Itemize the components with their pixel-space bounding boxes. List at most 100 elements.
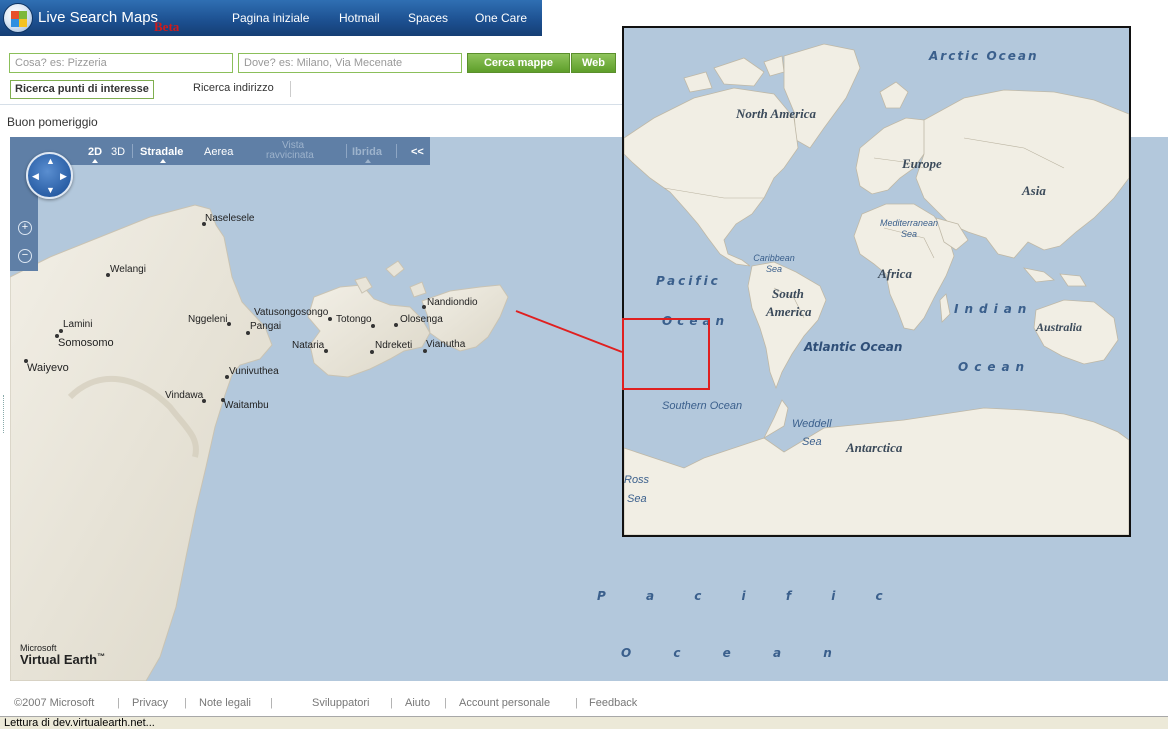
place-pangai[interactable]: Pangai (250, 321, 281, 332)
place-lamini[interactable]: Lamini (63, 319, 92, 330)
footer-help-link[interactable]: Aiuto (405, 697, 430, 709)
toolbar-separator (132, 144, 133, 158)
label-atlantic-ocean: Atlantic Ocean (804, 340, 903, 354)
place-welangi[interactable]: Welangi (110, 264, 146, 275)
label-antarctica: Antarctica (846, 440, 903, 455)
label-mediterranean-line2: Sea (900, 229, 917, 239)
footer-feedback-link[interactable]: Feedback (589, 697, 637, 709)
toolbar-separator (346, 144, 347, 158)
road-view-indicator (160, 159, 166, 163)
mode-3d-button[interactable]: 3D (111, 146, 125, 158)
browser-status-bar: Lettura di dev.virtualearth.net... (0, 716, 1168, 729)
place-marker (324, 349, 328, 353)
windows-logo-icon[interactable] (3, 3, 33, 33)
collapse-toolbar-button[interactable]: << (411, 146, 424, 158)
footer-account-link[interactable]: Account personale (459, 697, 550, 709)
status-text: Lettura di dev.virtualearth.net... (4, 717, 155, 729)
label-arctic-ocean: Arctic Ocean (929, 49, 1039, 63)
tab-poi-search[interactable]: Ricerca punti di interesse (10, 80, 154, 99)
place-nggeleni[interactable]: Nggeleni (188, 314, 227, 325)
label-indian-ocean-2: Ocean (958, 360, 1031, 374)
label-ross-sea-1: Ross (624, 474, 650, 486)
place-naselesele[interactable]: Naselesele (205, 213, 254, 224)
zoom-in-icon[interactable]: + (18, 221, 32, 235)
nav-link-hotmail[interactable]: Hotmail (339, 11, 380, 25)
place-vianutha[interactable]: Vianutha (426, 339, 465, 350)
place-olosenga[interactable]: Olosenga (400, 314, 443, 325)
map-view-toolbar: 2D 3D Stradale Aerea Vista ravvicinata I… (10, 137, 430, 165)
top-header-bar: Live Search Maps Beta Pagina iniziale Ho… (0, 0, 542, 36)
label-south-america-1: South (772, 286, 804, 301)
mode-2d-button[interactable]: 2D (88, 146, 102, 158)
place-waiyevo[interactable]: Waiyevo (27, 362, 69, 374)
road-view-button[interactable]: Stradale (140, 146, 183, 158)
label-north-america: North America (736, 106, 817, 121)
label-ross-sea-2: Sea (627, 493, 647, 505)
label-caribbean-line2: Sea (765, 264, 782, 274)
place-marker (370, 350, 374, 354)
brand-title[interactable]: Live Search Maps (38, 9, 158, 26)
place-vunivuthea[interactable]: Vunivuthea (229, 366, 279, 377)
tab-address-search[interactable]: Ricerca indirizzo (193, 82, 274, 94)
label-australia: Australia (1036, 320, 1083, 334)
place-marker (394, 323, 398, 327)
toolbar-separator (396, 144, 397, 158)
label-europe: Europe (902, 156, 942, 171)
trademark-mark: ™ (97, 652, 106, 661)
footer-developers-link[interactable]: Sviluppatori (312, 697, 369, 709)
footer-separator: | (444, 697, 447, 709)
left-resize-grip[interactable] (3, 395, 6, 433)
nav-link-onecare[interactable]: One Care (475, 11, 527, 25)
hybrid-view-button[interactable]: Ibrida (352, 146, 382, 158)
inset-location-box (622, 318, 710, 390)
place-waitambu[interactable]: Waitambu (224, 400, 269, 411)
web-search-button[interactable]: Web (571, 53, 616, 73)
place-nandiondio[interactable]: Nandiondio (427, 297, 478, 308)
label-pacific-ocean-1: Pacific (656, 274, 721, 288)
place-vindawa[interactable]: Vindawa (165, 390, 203, 401)
pan-compass-icon[interactable]: ▲ ▼ ◀ ▶ (26, 152, 73, 199)
label-weddell-sea-1: Weddell (792, 418, 832, 430)
footer-separator: | (184, 697, 187, 709)
footer-separator: | (270, 697, 273, 709)
place-totongo[interactable]: Totongo (336, 314, 372, 325)
search-maps-button[interactable]: Cerca mappe (467, 53, 570, 73)
island-middle (307, 284, 431, 378)
label-mediterranean: Mediterranean Sea (876, 218, 942, 240)
place-somosomo[interactable]: Somosomo (58, 337, 114, 349)
land-arctic-islands (683, 55, 785, 93)
place-nataria[interactable]: Nataria (292, 340, 324, 351)
mode-2d-indicator (92, 159, 98, 163)
place-marker (328, 317, 332, 321)
where-search-input[interactable]: Dove? es: Milano, Via Mecenate (238, 53, 462, 73)
island-main (10, 204, 273, 681)
aerial-view-button[interactable]: Aerea (204, 146, 233, 158)
greeting-text: Buon pomeriggio (7, 115, 98, 129)
place-marker (227, 322, 231, 326)
header-divider (0, 104, 622, 105)
nav-link-spaces[interactable]: Spaces (408, 11, 448, 25)
footer-separator: | (390, 697, 393, 709)
place-vatusongosongo[interactable]: Vatusongosongo (254, 307, 328, 318)
label-mediterranean-line1: Mediterranean (879, 218, 939, 228)
footer-copyright: ©2007 Microsoft (14, 697, 95, 709)
footer-legal-link[interactable]: Note legali (199, 697, 251, 709)
land-south-america (747, 261, 827, 390)
what-search-input[interactable]: Cosa? es: Pizzeria (9, 53, 233, 73)
footer-privacy-link[interactable]: Privacy (132, 697, 168, 709)
islet-2 (385, 260, 405, 278)
label-caribbean-line1: Caribbean (753, 253, 795, 263)
map-ocean-label-2: O c e a n (621, 646, 851, 660)
beta-badge: Beta (154, 19, 180, 34)
virtual-earth-logo: Virtual Earth™ (20, 652, 105, 667)
footer-separator: | (575, 697, 578, 709)
label-indian-ocean-1: Indian (954, 302, 1033, 316)
nav-link-home[interactable]: Pagina iniziale (232, 11, 309, 25)
world-overview-inset: Arctic Ocean North America Europe Asia M… (622, 26, 1131, 537)
label-asia: Asia (1022, 183, 1046, 198)
label-caribbean: Caribbean Sea (750, 253, 798, 275)
zoom-out-icon[interactable]: − (18, 249, 32, 263)
place-ndreketi[interactable]: Ndreketi (375, 340, 412, 351)
label-southern-ocean: Southern Ocean (662, 400, 743, 412)
land-indonesia (1022, 267, 1087, 287)
